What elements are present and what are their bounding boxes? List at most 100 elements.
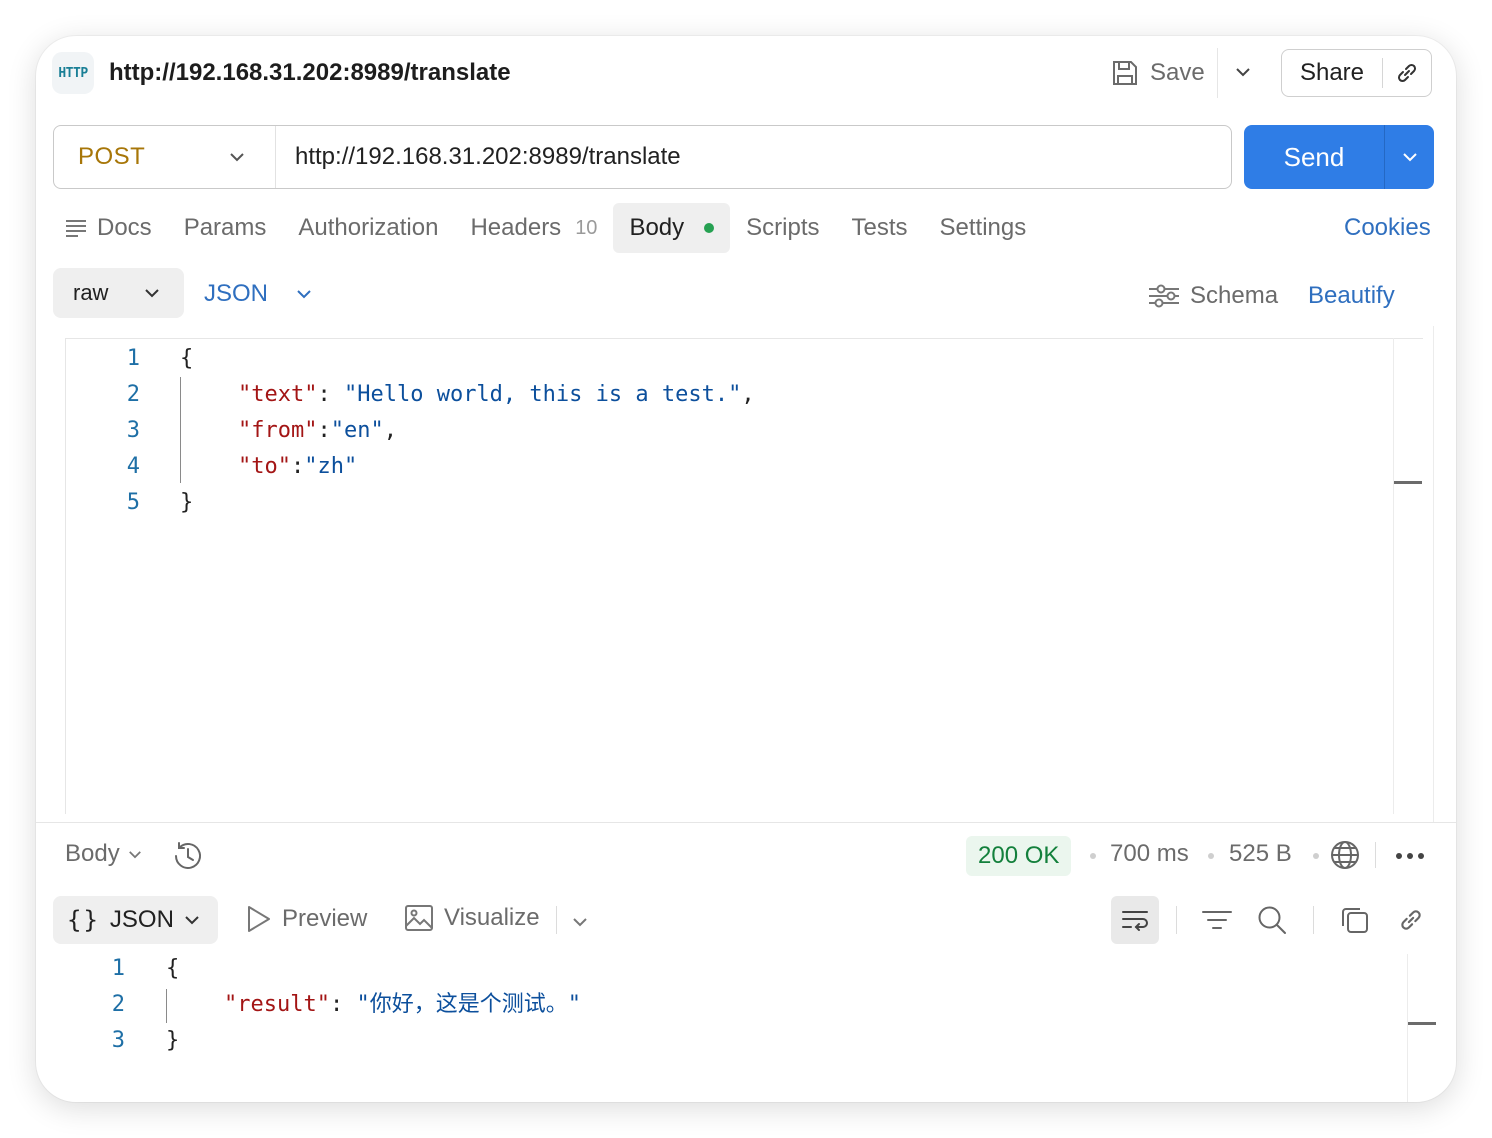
response-format-select[interactable]: {} JSON	[53, 896, 218, 944]
scrollbar-thumb[interactable]	[1394, 481, 1422, 484]
more-options-button[interactable]	[1394, 848, 1426, 866]
filter-button[interactable]	[1195, 898, 1239, 942]
code-line: }	[166, 1023, 179, 1059]
indent-guide	[166, 989, 167, 1023]
punctuation: ,	[741, 382, 755, 407]
brace: }	[166, 1028, 180, 1053]
body-mode-select[interactable]: raw	[53, 268, 184, 318]
response-time[interactable]: 700 ms	[1110, 840, 1189, 868]
preview-button[interactable]: Preview	[246, 904, 367, 934]
divider	[1375, 842, 1376, 868]
code-line: "to":"zh"	[238, 449, 357, 485]
code-line: "text": "Hello world, this is a test.",	[238, 377, 755, 413]
cookies-link[interactable]: Cookies	[1344, 214, 1431, 242]
tab-docs[interactable]: Docs	[53, 203, 168, 253]
status-badge[interactable]: 200 OK	[966, 836, 1072, 876]
search-button[interactable]	[1250, 898, 1294, 942]
tab-authorization[interactable]: Authorization	[282, 203, 454, 253]
copy-button[interactable]	[1333, 898, 1377, 942]
http-icon: HTTP	[52, 52, 94, 94]
brace: {	[166, 956, 180, 981]
tab-headers[interactable]: Headers 10	[454, 203, 613, 253]
json-string: "Hello world, this is a test."	[343, 382, 742, 407]
request-tabs: Docs Params Authorization Headers 10 Bod…	[53, 202, 1042, 254]
tab-body[interactable]: Body	[613, 203, 731, 253]
copy-link-button[interactable]	[1383, 60, 1431, 86]
image-icon	[405, 905, 433, 931]
http-badge-label: HTTP	[58, 65, 88, 81]
save-label: Save	[1150, 59, 1205, 86]
line-number: 1	[111, 956, 125, 981]
line-number: 2	[126, 382, 140, 407]
send-options-button[interactable]	[1385, 152, 1434, 162]
response-section-select[interactable]: Body	[65, 840, 142, 868]
divider	[36, 822, 1456, 823]
request-title[interactable]: http://192.168.31.202:8989/translate	[109, 58, 511, 88]
json-string: "zh"	[304, 454, 358, 479]
code-line: {	[166, 951, 179, 987]
line-number: 3	[126, 418, 140, 443]
divider	[1176, 906, 1177, 934]
chevron-down-icon	[1236, 68, 1250, 77]
network-button[interactable]	[1330, 840, 1360, 875]
line-number: 1	[126, 346, 140, 371]
visualize-button[interactable]: Visualize	[404, 904, 540, 932]
separator-dot	[1313, 853, 1319, 859]
schema-label: Schema	[1190, 282, 1279, 309]
separator-dot	[1090, 853, 1096, 859]
send-label: Send	[1283, 141, 1345, 172]
docs-icon	[66, 220, 86, 237]
editor-scrollbar[interactable]	[1393, 338, 1423, 814]
request-body-editor[interactable]: 1 2 3 4 5 { "text": "Hello world, this i…	[65, 338, 1423, 814]
save-options-button[interactable]	[1232, 60, 1254, 84]
tab-label: Docs	[97, 214, 152, 241]
tab-tests[interactable]: Tests	[836, 203, 924, 253]
code-line: "from":"en",	[238, 413, 397, 449]
visualize-options-button[interactable]	[572, 914, 588, 932]
divider	[1313, 906, 1314, 934]
filter-icon	[1202, 911, 1232, 929]
share-button[interactable]: Share	[1281, 49, 1432, 97]
link-icon	[1397, 63, 1417, 83]
save-button[interactable]: Save	[1110, 56, 1205, 90]
tab-params[interactable]: Params	[168, 203, 283, 253]
brace: {	[180, 346, 194, 371]
tab-label: Headers	[470, 214, 562, 241]
search-icon	[1258, 906, 1286, 934]
send-button[interactable]: Send	[1244, 125, 1434, 189]
tab-settings[interactable]: Settings	[924, 203, 1043, 253]
panel-scrollbar	[1433, 326, 1434, 822]
divider	[1217, 48, 1218, 98]
json-key: "from"	[238, 418, 318, 443]
tab-label: Scripts	[746, 214, 820, 241]
response-body-viewer[interactable]: 1 2 3 { "result": "你好，这是个测试。" }	[36, 951, 1406, 1101]
schema-button[interactable]: Schema	[1148, 282, 1278, 310]
sliders-icon	[1149, 284, 1179, 308]
wrap-lines-button[interactable]	[1111, 896, 1159, 944]
response-scrollbar[interactable]	[1407, 954, 1408, 1102]
copy-icon	[1342, 908, 1368, 933]
method-select[interactable]: POST	[54, 126, 276, 188]
response-size[interactable]: 525 B	[1229, 840, 1292, 868]
globe-icon	[1331, 841, 1359, 869]
copy-link-button[interactable]	[1389, 898, 1433, 942]
tab-scripts[interactable]: Scripts	[730, 203, 835, 253]
braces-icon: {}	[67, 906, 100, 934]
divider	[556, 906, 557, 934]
json-key: "result"	[224, 992, 330, 1017]
scrollbar-thumb[interactable]	[1408, 1022, 1436, 1025]
chevron-down-icon	[185, 916, 199, 925]
beautify-button[interactable]: Beautify	[1308, 282, 1395, 310]
code-line: }	[180, 485, 193, 521]
separator-dot	[1208, 853, 1214, 859]
body-language-select[interactable]: JSON	[204, 280, 312, 308]
more-icon	[1396, 853, 1424, 859]
history-button[interactable]	[170, 840, 204, 877]
response-format-label: JSON	[109, 906, 174, 933]
punctuation: :	[317, 418, 331, 443]
url-input[interactable]: http://192.168.31.202:8989/translate	[276, 143, 681, 171]
chevron-down-icon	[297, 290, 311, 299]
tab-label: Authorization	[298, 214, 439, 241]
line-number: 2	[111, 992, 125, 1017]
json-key: "to"	[238, 454, 291, 479]
